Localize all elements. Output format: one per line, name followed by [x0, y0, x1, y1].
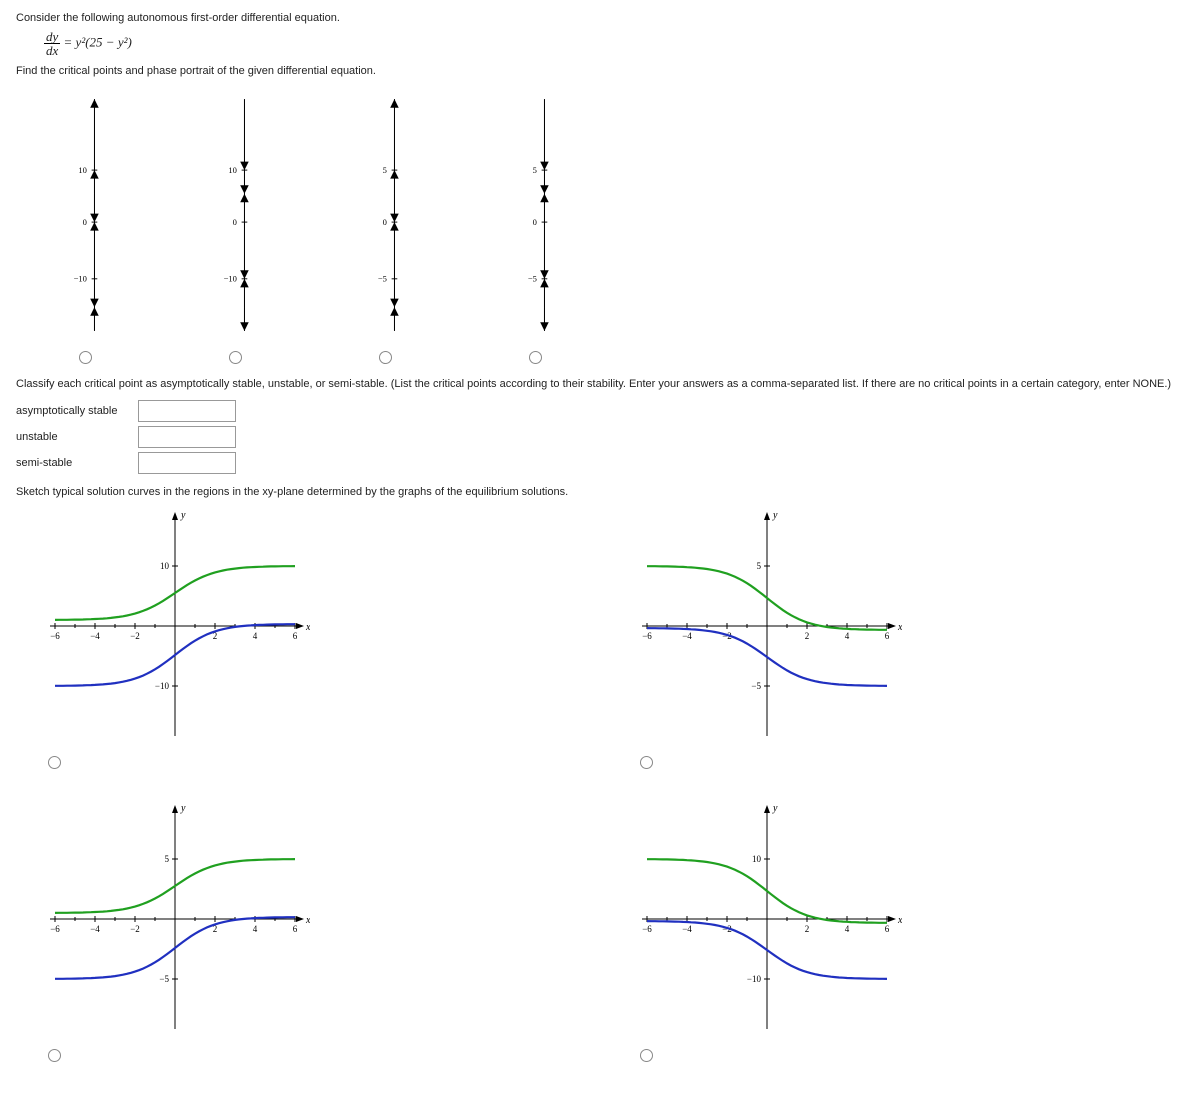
svg-text:−4: −4 — [90, 631, 100, 641]
instruction-sketch: Sketch typical solution curves in the re… — [16, 486, 1184, 498]
svg-text:x: x — [897, 915, 902, 926]
svg-text:0: 0 — [83, 217, 87, 227]
solution-curve-radio-1[interactable] — [48, 756, 61, 769]
svg-text:10: 10 — [78, 165, 87, 175]
svg-text:5: 5 — [757, 561, 762, 571]
svg-text:−6: −6 — [50, 924, 60, 934]
input-semi[interactable] — [138, 452, 236, 474]
label-unstable: unstable — [16, 431, 138, 443]
svg-text:4: 4 — [845, 631, 850, 641]
differential-equation: dy dx = y²(25 − y²) — [44, 30, 1184, 57]
svg-text:0: 0 — [233, 217, 237, 227]
solution-curve-plot-1: xy−6−4−224610−10 — [40, 506, 310, 746]
solution-curve-plot-3: xy−6−4−22465−5 — [40, 799, 310, 1039]
svg-text:−10: −10 — [74, 274, 87, 284]
svg-text:y: y — [772, 510, 778, 521]
svg-text:−5: −5 — [751, 681, 761, 691]
svg-text:y: y — [772, 803, 778, 814]
svg-text:x: x — [305, 622, 310, 633]
svg-text:x: x — [897, 622, 902, 633]
svg-text:−10: −10 — [747, 974, 762, 984]
phase-portrait-2: 10 0 −10 — [190, 85, 280, 345]
svg-text:6: 6 — [293, 631, 298, 641]
svg-text:6: 6 — [293, 924, 298, 934]
svg-text:−10: −10 — [224, 274, 237, 284]
svg-text:4: 4 — [253, 924, 258, 934]
svg-text:5: 5 — [533, 165, 537, 175]
svg-text:6: 6 — [885, 924, 890, 934]
svg-text:0: 0 — [533, 217, 537, 227]
svg-text:−6: −6 — [642, 631, 652, 641]
phase-portrait-4: 5 0 −5 — [490, 85, 580, 345]
intro-text: Consider the following autonomous first-… — [16, 12, 1184, 24]
solution-curve-radio-4[interactable] — [640, 1049, 653, 1062]
svg-text:2: 2 — [805, 631, 810, 641]
classify-table: asymptotically stable unstable semi-stab… — [16, 400, 1184, 474]
label-asymp: asymptotically stable — [16, 405, 138, 417]
svg-text:−4: −4 — [90, 924, 100, 934]
solution-curve-options: xy−6−4−224610−10xy−6−4−22465−5xy−6−4−224… — [40, 506, 1184, 1062]
solution-curve-plot-2: xy−6−4−22465−5 — [632, 506, 902, 746]
svg-text:2: 2 — [805, 924, 810, 934]
phase-portrait-options: 10 0 −10 10 0 −10 5 0 −5 5 0 −5 — [40, 85, 1184, 364]
phase-portrait-radio-2[interactable] — [229, 351, 242, 364]
svg-text:y: y — [180, 803, 186, 814]
svg-text:−4: −4 — [682, 631, 692, 641]
input-asymp[interactable] — [138, 400, 236, 422]
solution-curve-radio-2[interactable] — [640, 756, 653, 769]
svg-text:−2: −2 — [130, 631, 140, 641]
svg-text:6: 6 — [885, 631, 890, 641]
svg-text:−4: −4 — [682, 924, 692, 934]
svg-text:5: 5 — [165, 854, 170, 864]
input-unstable[interactable] — [138, 426, 236, 448]
svg-text:10: 10 — [752, 854, 762, 864]
solution-curve-radio-3[interactable] — [48, 1049, 61, 1062]
phase-portrait-1: 10 0 −10 — [40, 85, 130, 345]
phase-portrait-3: 5 0 −5 — [340, 85, 430, 345]
svg-text:10: 10 — [228, 165, 237, 175]
svg-text:10: 10 — [160, 561, 170, 571]
svg-text:−6: −6 — [642, 924, 652, 934]
svg-text:−5: −5 — [378, 274, 387, 284]
label-semi: semi-stable — [16, 457, 138, 469]
svg-text:4: 4 — [253, 631, 258, 641]
phase-portrait-radio-4[interactable] — [529, 351, 542, 364]
svg-text:0: 0 — [383, 217, 387, 227]
solution-curve-plot-4: xy−6−4−224610−10 — [632, 799, 902, 1039]
svg-text:−2: −2 — [130, 924, 140, 934]
instruction-phase-portrait: Find the critical points and phase portr… — [16, 65, 1184, 77]
svg-text:x: x — [305, 915, 310, 926]
phase-portrait-radio-1[interactable] — [79, 351, 92, 364]
svg-text:y: y — [180, 510, 186, 521]
svg-text:−5: −5 — [159, 974, 169, 984]
svg-text:−10: −10 — [155, 681, 170, 691]
svg-text:5: 5 — [383, 165, 387, 175]
phase-portrait-radio-3[interactable] — [379, 351, 392, 364]
svg-text:4: 4 — [845, 924, 850, 934]
svg-text:−5: −5 — [528, 274, 537, 284]
svg-text:−6: −6 — [50, 631, 60, 641]
instruction-classify: Classify each critical point as asymptot… — [16, 378, 1184, 390]
